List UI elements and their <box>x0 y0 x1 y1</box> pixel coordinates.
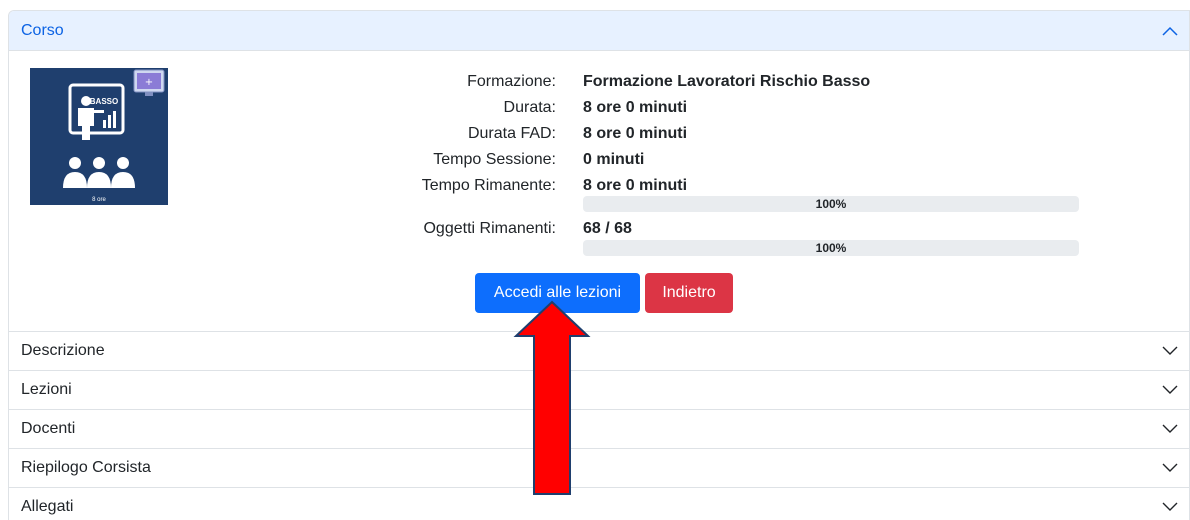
accordion-item-lezioni[interactable]: Lezioni <box>9 370 1189 409</box>
red-arrow-annotation <box>513 300 591 495</box>
accordion-label-allegati: Allegati <box>21 498 74 515</box>
chevron-up-icon[interactable] <box>1161 22 1179 40</box>
accordion-label-descrizione: Descrizione <box>21 342 105 359</box>
value-formazione: Formazione Lavoratori Rischio Basso <box>583 73 871 90</box>
presenter-illustration: + BASSO 8 ore <box>63 69 165 203</box>
value-tempo-rimanente: 8 ore 0 minuti <box>583 177 688 194</box>
course-accordion: Corso + BASSO 8 ore Formazione: Formazio… <box>8 10 1190 520</box>
label-tempo-sessione: Tempo Sessione: <box>433 151 556 168</box>
progress-label-oggetti: 100% <box>815 241 847 255</box>
chevron-down-icon[interactable] <box>1161 381 1179 399</box>
accordion-title-corso: Corso <box>21 21 64 39</box>
label-formazione: Formazione: <box>467 73 556 90</box>
chevron-down-icon[interactable] <box>1161 420 1179 438</box>
chevron-down-icon[interactable] <box>1161 498 1179 516</box>
chevron-down-icon[interactable] <box>1161 459 1179 477</box>
accordion-label-docenti: Docenti <box>21 420 76 437</box>
label-durata: Durata: <box>503 99 556 116</box>
accordion-item-allegati[interactable]: Allegati <box>9 487 1189 520</box>
svg-text:BASSO: BASSO <box>90 97 118 106</box>
svg-text:+: + <box>145 77 153 88</box>
course-body: + BASSO 8 ore Formazione: Formazione Lav… <box>9 51 1189 331</box>
label-tempo-rimanente: Tempo Rimanente: <box>421 177 556 194</box>
accordion-label-riepilogo-corsista: Riepilogo Corsista <box>21 459 151 476</box>
progress-tempo-rimanente: 100% <box>583 196 1079 212</box>
value-oggetti-rimanenti: 68 / 68 <box>583 220 632 237</box>
accordion-header-corso[interactable]: Corso <box>9 11 1189 51</box>
value-tempo-sessione: 0 minuti <box>583 151 645 168</box>
accordion-item-riepilogo-corsista[interactable]: Riepilogo Corsista <box>9 448 1189 487</box>
progress-label-tempo: 100% <box>815 197 847 211</box>
back-button[interactable]: Indietro <box>645 273 733 313</box>
accordion-item-docenti[interactable]: Docenti <box>9 409 1189 448</box>
chevron-down-icon[interactable] <box>1161 342 1179 360</box>
value-durata-fad: 8 ore 0 minuti <box>583 125 688 142</box>
accordion-item-descrizione[interactable]: Descrizione <box>9 331 1189 370</box>
accordion-label-lezioni: Lezioni <box>21 381 72 398</box>
progress-oggetti-rimanenti: 100% <box>583 240 1079 256</box>
label-durata-fad: Durata FAD: <box>467 125 556 142</box>
course-thumbnail: + BASSO 8 ore <box>30 68 168 205</box>
label-oggetti-rimanenti: Oggetti Rimanenti: <box>423 220 556 237</box>
value-durata: 8 ore 0 minuti <box>583 99 688 116</box>
svg-text:8 ore: 8 ore <box>92 197 106 203</box>
